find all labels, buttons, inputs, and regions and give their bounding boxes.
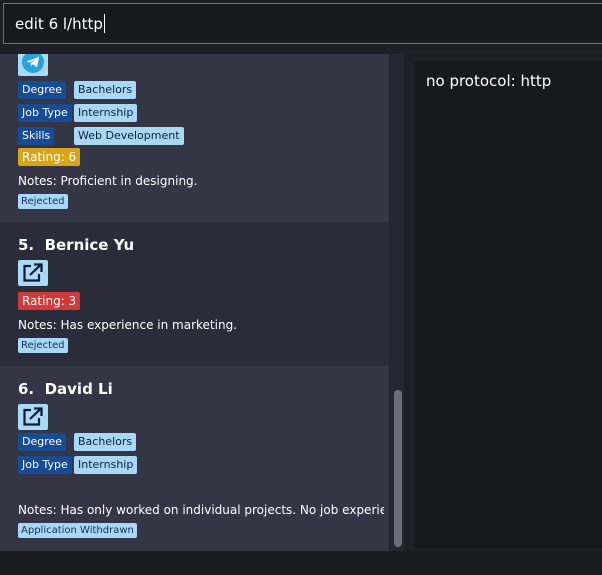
candidate-list[interactable]: Degree Bachelors Job Type Internship Ski… [0,54,404,551]
telegram-link-button[interactable] [18,54,48,76]
telegram-icon [22,54,44,73]
result-panel: no protocol: http [404,54,602,551]
candidate-card[interactable]: 6. David Li Degree Bachelors Job Type In… [0,366,389,551]
app-window: edit 6 l/http Degree Bachelors Job Type … [0,0,602,575]
command-input[interactable]: edit 6 l/http [3,3,602,44]
external-link-icon [23,407,43,426]
rating-badge: Rating: 3 [18,292,81,310]
notes-text: Notes: Has experience in marketing. [18,318,237,332]
external-link-button[interactable] [18,260,48,286]
text-caret [103,14,105,33]
tag-key: Degree [18,433,67,451]
command-box-container: edit 6 l/http [0,0,602,50]
tag-key: Skills [18,127,55,145]
tag-value: Web Development [74,127,184,145]
result-message: no protocol: http [426,72,552,90]
external-link-button[interactable] [18,404,48,430]
candidate-name: 5. Bernice Yu [18,236,135,254]
tag-value: Bachelors [74,433,137,451]
scrollbar-thumb[interactable] [394,390,402,547]
candidate-name: 6. David Li [18,380,113,398]
tag-value: Internship [74,456,138,474]
tag-value: Internship [74,104,138,122]
rating-badge: Rating: 6 [18,148,81,166]
notes-text: Notes: Proficient in designing. [18,174,198,188]
candidate-card[interactable]: Degree Bachelors Job Type Internship Ski… [0,54,389,222]
status-badge: Rejected [18,338,68,353]
notes-text: Notes: Has only worked on individual pro… [18,503,384,517]
result-display: no protocol: http [414,61,602,548]
command-input-text: edit 6 l/http [15,14,105,33]
status-badge: Rejected [18,194,68,209]
tag-key: Degree [18,81,67,99]
status-bar [0,551,602,575]
tag-key: Job Type [18,104,72,122]
tag-key: Job Type [18,456,72,474]
tag-value: Bachelors [74,81,137,99]
candidate-card[interactable]: 5. Bernice Yu Rating: 3 Notes: Has exper… [0,222,389,366]
status-badge: Application Withdrawn [18,523,137,538]
external-link-icon [23,263,43,282]
